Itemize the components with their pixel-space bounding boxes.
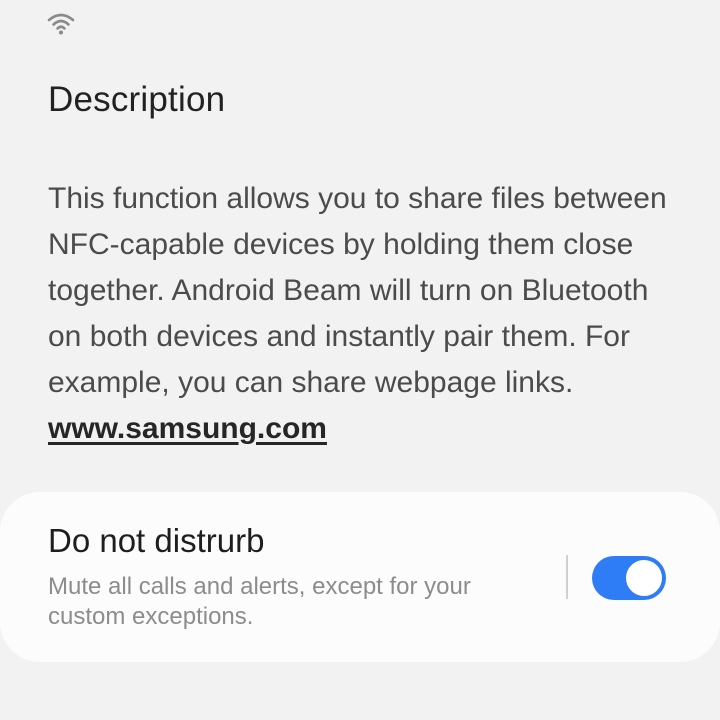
- description-body: This function allows you to share files …: [48, 182, 667, 399]
- setting-title: Do not distrurb: [48, 522, 265, 559]
- settings-screen: Description This function allows you to …: [0, 0, 720, 720]
- divider: [566, 555, 568, 599]
- description-text: This function allows you to share files …: [48, 176, 688, 452]
- do-not-disturb-card[interactable]: Do not distrurb Mute all calls and alert…: [0, 492, 720, 662]
- samsung-link[interactable]: www.samsung.com: [48, 412, 327, 445]
- setting-subtitle: Mute all calls and alerts, except for yo…: [48, 573, 471, 630]
- wifi-icon: [47, 13, 75, 35]
- toggle-knob: [624, 558, 664, 598]
- do-not-disturb-toggle[interactable]: [592, 556, 666, 600]
- section-title: Description: [48, 80, 226, 119]
- status-bar: [46, 12, 76, 36]
